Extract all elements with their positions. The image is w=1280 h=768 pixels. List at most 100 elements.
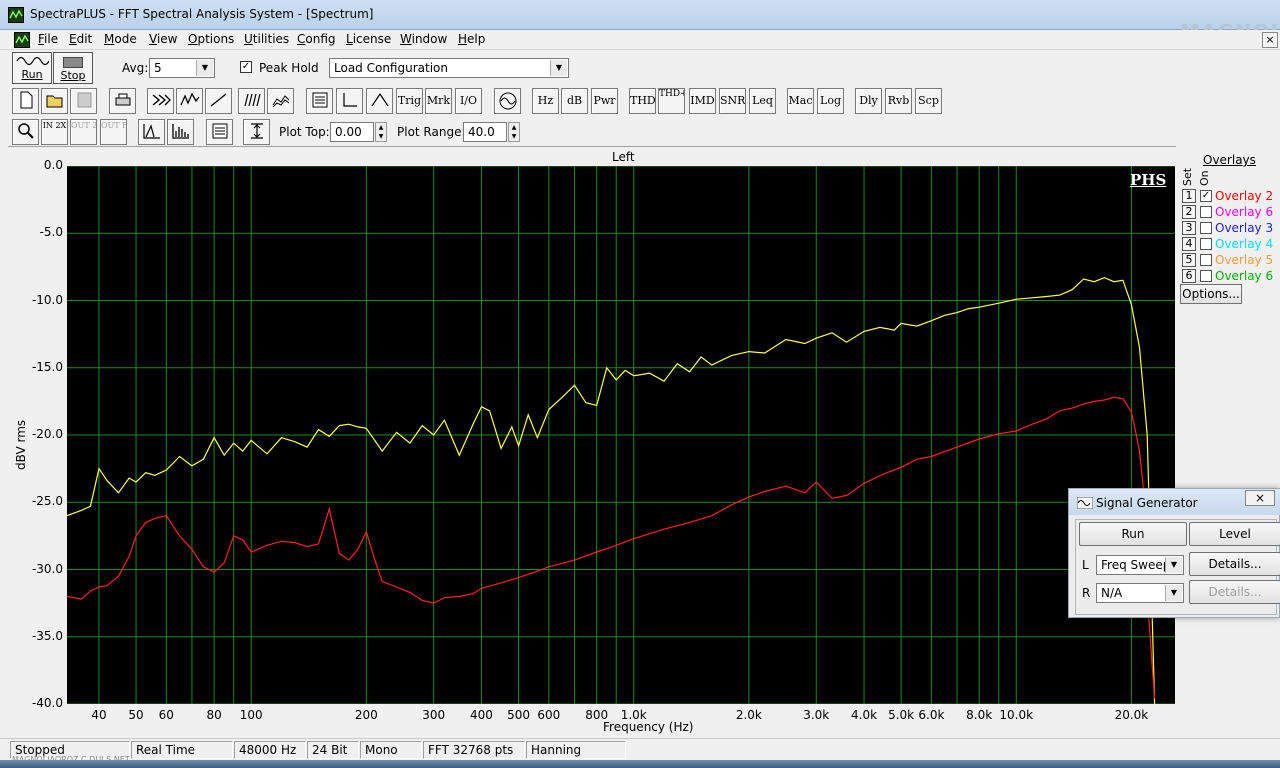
signal-generator-close-button[interactable]: × (1245, 490, 1275, 506)
avg-select[interactable]: 5 ▼ (149, 58, 215, 78)
overlay-set-button[interactable]: 5 (1182, 253, 1196, 267)
log-button[interactable]: Log (817, 88, 844, 114)
left-channel-label: L (1082, 558, 1089, 572)
mdi-close-button[interactable]: × (1262, 32, 1278, 48)
left-details-button[interactable]: Details... (1189, 552, 1280, 576)
set-column-label: Set (1181, 167, 1194, 186)
plot-range-input[interactable]: 40.0 (463, 122, 507, 142)
thd-n-button[interactable]: THD+N (658, 88, 685, 114)
y-tick-label: -25.0 (31, 494, 63, 509)
sine-circle-icon (499, 92, 516, 110)
new-button[interactable] (12, 88, 39, 114)
app-icon[interactable] (8, 7, 24, 23)
line-graph-button[interactable] (138, 119, 165, 145)
status-fft-size: FFT 32768 pts (423, 741, 525, 759)
vertical-arrows-icon (250, 123, 263, 139)
vertical-scale-button[interactable] (243, 119, 270, 145)
trig-button[interactable]: Trig (396, 88, 423, 114)
menu-license[interactable]: License (346, 32, 391, 46)
stop-button[interactable]: Stop (53, 52, 93, 84)
plot-range-spinner[interactable]: ▲ ▼ (508, 122, 520, 142)
axis-scale-button[interactable] (336, 88, 363, 114)
fast-forward-button[interactable] (147, 88, 174, 114)
save-button[interactable] (70, 88, 97, 114)
print-button[interactable] (109, 88, 136, 114)
menu-help[interactable]: Help (458, 32, 485, 46)
io-button[interactable]: I/O (455, 88, 482, 114)
siggen-run-button[interactable]: Run (1079, 522, 1187, 546)
table-icon (312, 92, 327, 108)
overlay-on-checkbox[interactable]: ✓ (1200, 190, 1212, 202)
menu-edit[interactable]: Edit (69, 32, 92, 46)
mac-button[interactable]: Mac (787, 88, 814, 114)
bar-graph-button[interactable] (167, 119, 194, 145)
menu-mode[interactable]: Mode (104, 32, 137, 46)
channel-label: Left (612, 150, 635, 164)
overlay-set-button[interactable]: 3 (1182, 221, 1196, 235)
menu-config[interactable]: Config (297, 32, 336, 46)
right-details-button[interactable]: Details... (1189, 580, 1280, 604)
spin-down-icon: ▼ (511, 133, 517, 140)
leq-button[interactable]: Leq (749, 88, 776, 114)
run-button[interactable]: Run (12, 52, 52, 84)
overlay-on-checkbox[interactable] (1200, 270, 1212, 282)
data-table-button[interactable] (206, 119, 233, 145)
siggen-level-button[interactable]: Level (1189, 522, 1280, 546)
menu-options[interactable]: Options (188, 32, 234, 46)
imd-button[interactable]: IMD (689, 88, 716, 114)
scp-button[interactable]: Scp (915, 88, 942, 114)
menu-file[interactable]: File (38, 32, 58, 46)
peak-icon (371, 92, 388, 107)
overlay-on-checkbox[interactable] (1200, 206, 1212, 218)
plot-top-input[interactable]: 0.00 (330, 122, 374, 142)
thd-button[interactable]: THD (629, 88, 656, 114)
ramp-button[interactable] (205, 88, 232, 114)
plot-top-spinner[interactable]: ▲ ▼ (375, 122, 387, 142)
zoom-out-full-button[interactable]: OUT FULL (100, 119, 127, 145)
zoom-in-2x-button[interactable]: IN 2X (41, 119, 68, 145)
configuration-select[interactable]: Load Configuration ▼ (329, 58, 569, 78)
peak-hold-checkbox[interactable]: ✓ (240, 61, 252, 73)
menu-view[interactable]: View (149, 32, 177, 46)
right-signal-select[interactable]: N/A ▼ (1096, 583, 1184, 603)
signal-generator-titlebar[interactable]: Signal Generator × (1069, 489, 1280, 515)
menu-window[interactable]: Window (400, 32, 447, 46)
spectrum-plot[interactable] (67, 166, 1175, 704)
pwr-button[interactable]: Pwr (591, 88, 618, 114)
peak-button[interactable] (366, 88, 393, 114)
waterfall-icon (243, 93, 261, 107)
overlay-on-checkbox[interactable] (1200, 222, 1212, 234)
overlay-set-button[interactable]: 6 (1182, 269, 1196, 283)
open-button[interactable] (41, 88, 68, 114)
3d-surface-button[interactable] (267, 88, 294, 114)
x-tick-label: 100 (239, 708, 263, 722)
overlay-on-checkbox[interactable] (1200, 238, 1212, 250)
x-tick-label: 6.0k (918, 708, 945, 722)
overlays-header: Overlays (1203, 153, 1256, 167)
table-view-button[interactable] (306, 88, 333, 114)
overlay-set-button[interactable]: 2 (1182, 205, 1196, 219)
db-button[interactable]: dB (561, 88, 588, 114)
waterfall-button[interactable] (238, 88, 265, 114)
hz-button[interactable]: Hz (532, 88, 559, 114)
x-tick-label: 40 (91, 708, 107, 722)
zoom-out-2x-button[interactable]: OUT 2X (70, 119, 97, 145)
zoom-button[interactable] (12, 119, 39, 145)
signal-generator-button[interactable] (494, 88, 521, 114)
open-folder-icon (46, 95, 62, 108)
y-tick-label: -20.0 (31, 427, 63, 441)
document-icon[interactable] (14, 32, 30, 48)
x-tick-label: 3.0k (803, 708, 830, 722)
menu-utilities[interactable]: Utilities (244, 32, 289, 46)
overlay-on-checkbox[interactable] (1200, 254, 1212, 266)
spectrum-mode-button[interactable] (176, 88, 203, 114)
overlay-set-button[interactable]: 4 (1182, 237, 1196, 251)
mrk-button[interactable]: Mrk (425, 88, 452, 114)
rvb-button[interactable]: Rvb (885, 88, 912, 114)
snr-button[interactable]: SNR (719, 88, 746, 114)
configuration-value: Load Configuration (334, 61, 448, 75)
left-signal-select[interactable]: Freq Sweep ▼ (1096, 555, 1184, 575)
overlay-set-button[interactable]: 1 (1182, 189, 1196, 203)
overlay-options-button[interactable]: Options... (1180, 284, 1242, 304)
dly-button[interactable]: Dly (855, 88, 882, 114)
